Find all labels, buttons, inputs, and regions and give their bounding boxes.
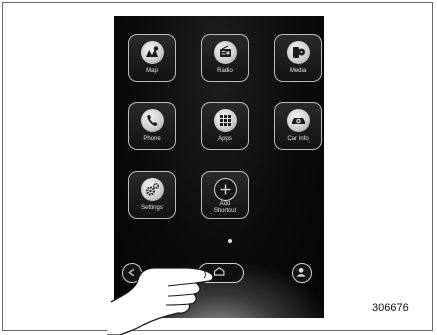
- hand-pointer-illustration: [107, 267, 214, 335]
- figure-number: 306676: [372, 302, 409, 314]
